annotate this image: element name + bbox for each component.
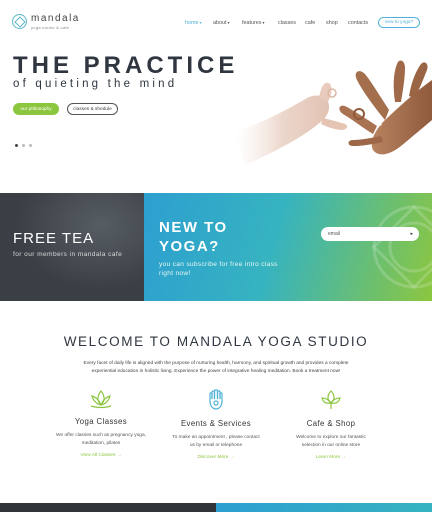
slider-dot-2[interactable] [22,144,25,147]
mandala-pattern-icon [371,204,432,290]
nav-item-shop[interactable]: shop [326,20,338,26]
brand-tagline: yoga studio & cafe [31,25,70,30]
feature-title: Events & Services [180,419,252,428]
promo-band: FREE TEA for our members in mandala cafe… [0,193,432,301]
discover-more-link[interactable]: Discover More → [161,455,271,460]
our-philosophy-button[interactable]: our philosophy [13,103,59,115]
next-section-gradient-strip [216,503,432,512]
learn-more-link[interactable]: Learn More → [276,455,386,460]
chevron-down-icon: ▾ [262,20,265,25]
nav-item-cafe[interactable]: cafe [305,20,315,26]
free-tea-panel [0,193,144,301]
welcome-title: WELCOME TO MANDALA YOGA STUDIO [63,334,369,349]
nav-item-classes[interactable]: classes [278,20,296,26]
slider-dot-3[interactable] [29,144,32,147]
hero-title: THE PRACTICE [13,52,239,79]
welcome-text: Every facet of daily life is aligned wit… [83,361,349,374]
feature-yoga-classes: Yoga Classes We offer classes such as pr… [46,389,156,458]
feature-events-services: Events & Services To make an appointment… [161,389,271,460]
brand-name[interactable]: mandala [31,13,80,24]
view-all-classes-link[interactable]: View All Classes → [46,453,156,458]
nav-label-about: about [213,20,227,26]
leaf-icon [321,390,341,409]
nav-item-home[interactable]: home▾ [185,20,202,26]
site-header: mandala yoga studio & cafe home▾ about▾ … [0,0,432,40]
new-to-yoga-title: NEW TO YOGA? [159,219,228,255]
welcome-section: WELCOME TO MANDALA YOGA STUDIO Every fac… [0,301,432,501]
hero-subtitle: of quieting the mind [13,78,178,90]
hamsa-hand-icon [209,389,223,410]
next-section-dark-strip [0,503,216,512]
new-to-yoga-text: you can subscribe for free intro class r… [159,261,278,277]
new-to-yoga-button[interactable]: new to yoga? [378,17,420,28]
free-tea-title: FREE TEA [13,230,95,247]
nav-item-contacts[interactable]: contacts [348,20,368,26]
email-placeholder: email [328,231,340,237]
feature-text: Welcome to explore our fantastic selecti… [296,435,366,448]
hero-slider: THE PRACTICE of quieting the mind our ph… [0,40,432,192]
email-field[interactable]: email ▸ [321,227,419,241]
feature-cafe-shop: Cafe & Shop Welcome to explore our fanta… [276,389,386,460]
chevron-down-icon: ▾ [199,20,202,25]
feature-title: Yoga Classes [74,417,128,426]
nav-item-features[interactable]: features▾ [242,20,265,26]
classes-schedule-button[interactable]: classes & shedule [67,103,118,115]
feature-text: To make an appointment , please contact … [172,435,260,448]
slider-dot-1[interactable] [15,144,18,147]
nav-label-features: features [242,20,262,26]
submit-arrow-icon[interactable]: ▸ [410,231,413,237]
feature-title: Cafe & Shop [306,419,356,428]
free-tea-text: for our members in mandala cafe [13,251,123,258]
lotus-icon [90,390,112,409]
mudra-hands-image [235,60,432,165]
chevron-down-icon: ▾ [227,20,230,25]
mandala-logo-icon[interactable] [12,14,27,29]
nav-label-home: home [185,20,199,26]
feature-text: We offer classes such as pregnancy yoga,… [56,433,146,446]
nav-item-about[interactable]: about▾ [213,20,230,26]
